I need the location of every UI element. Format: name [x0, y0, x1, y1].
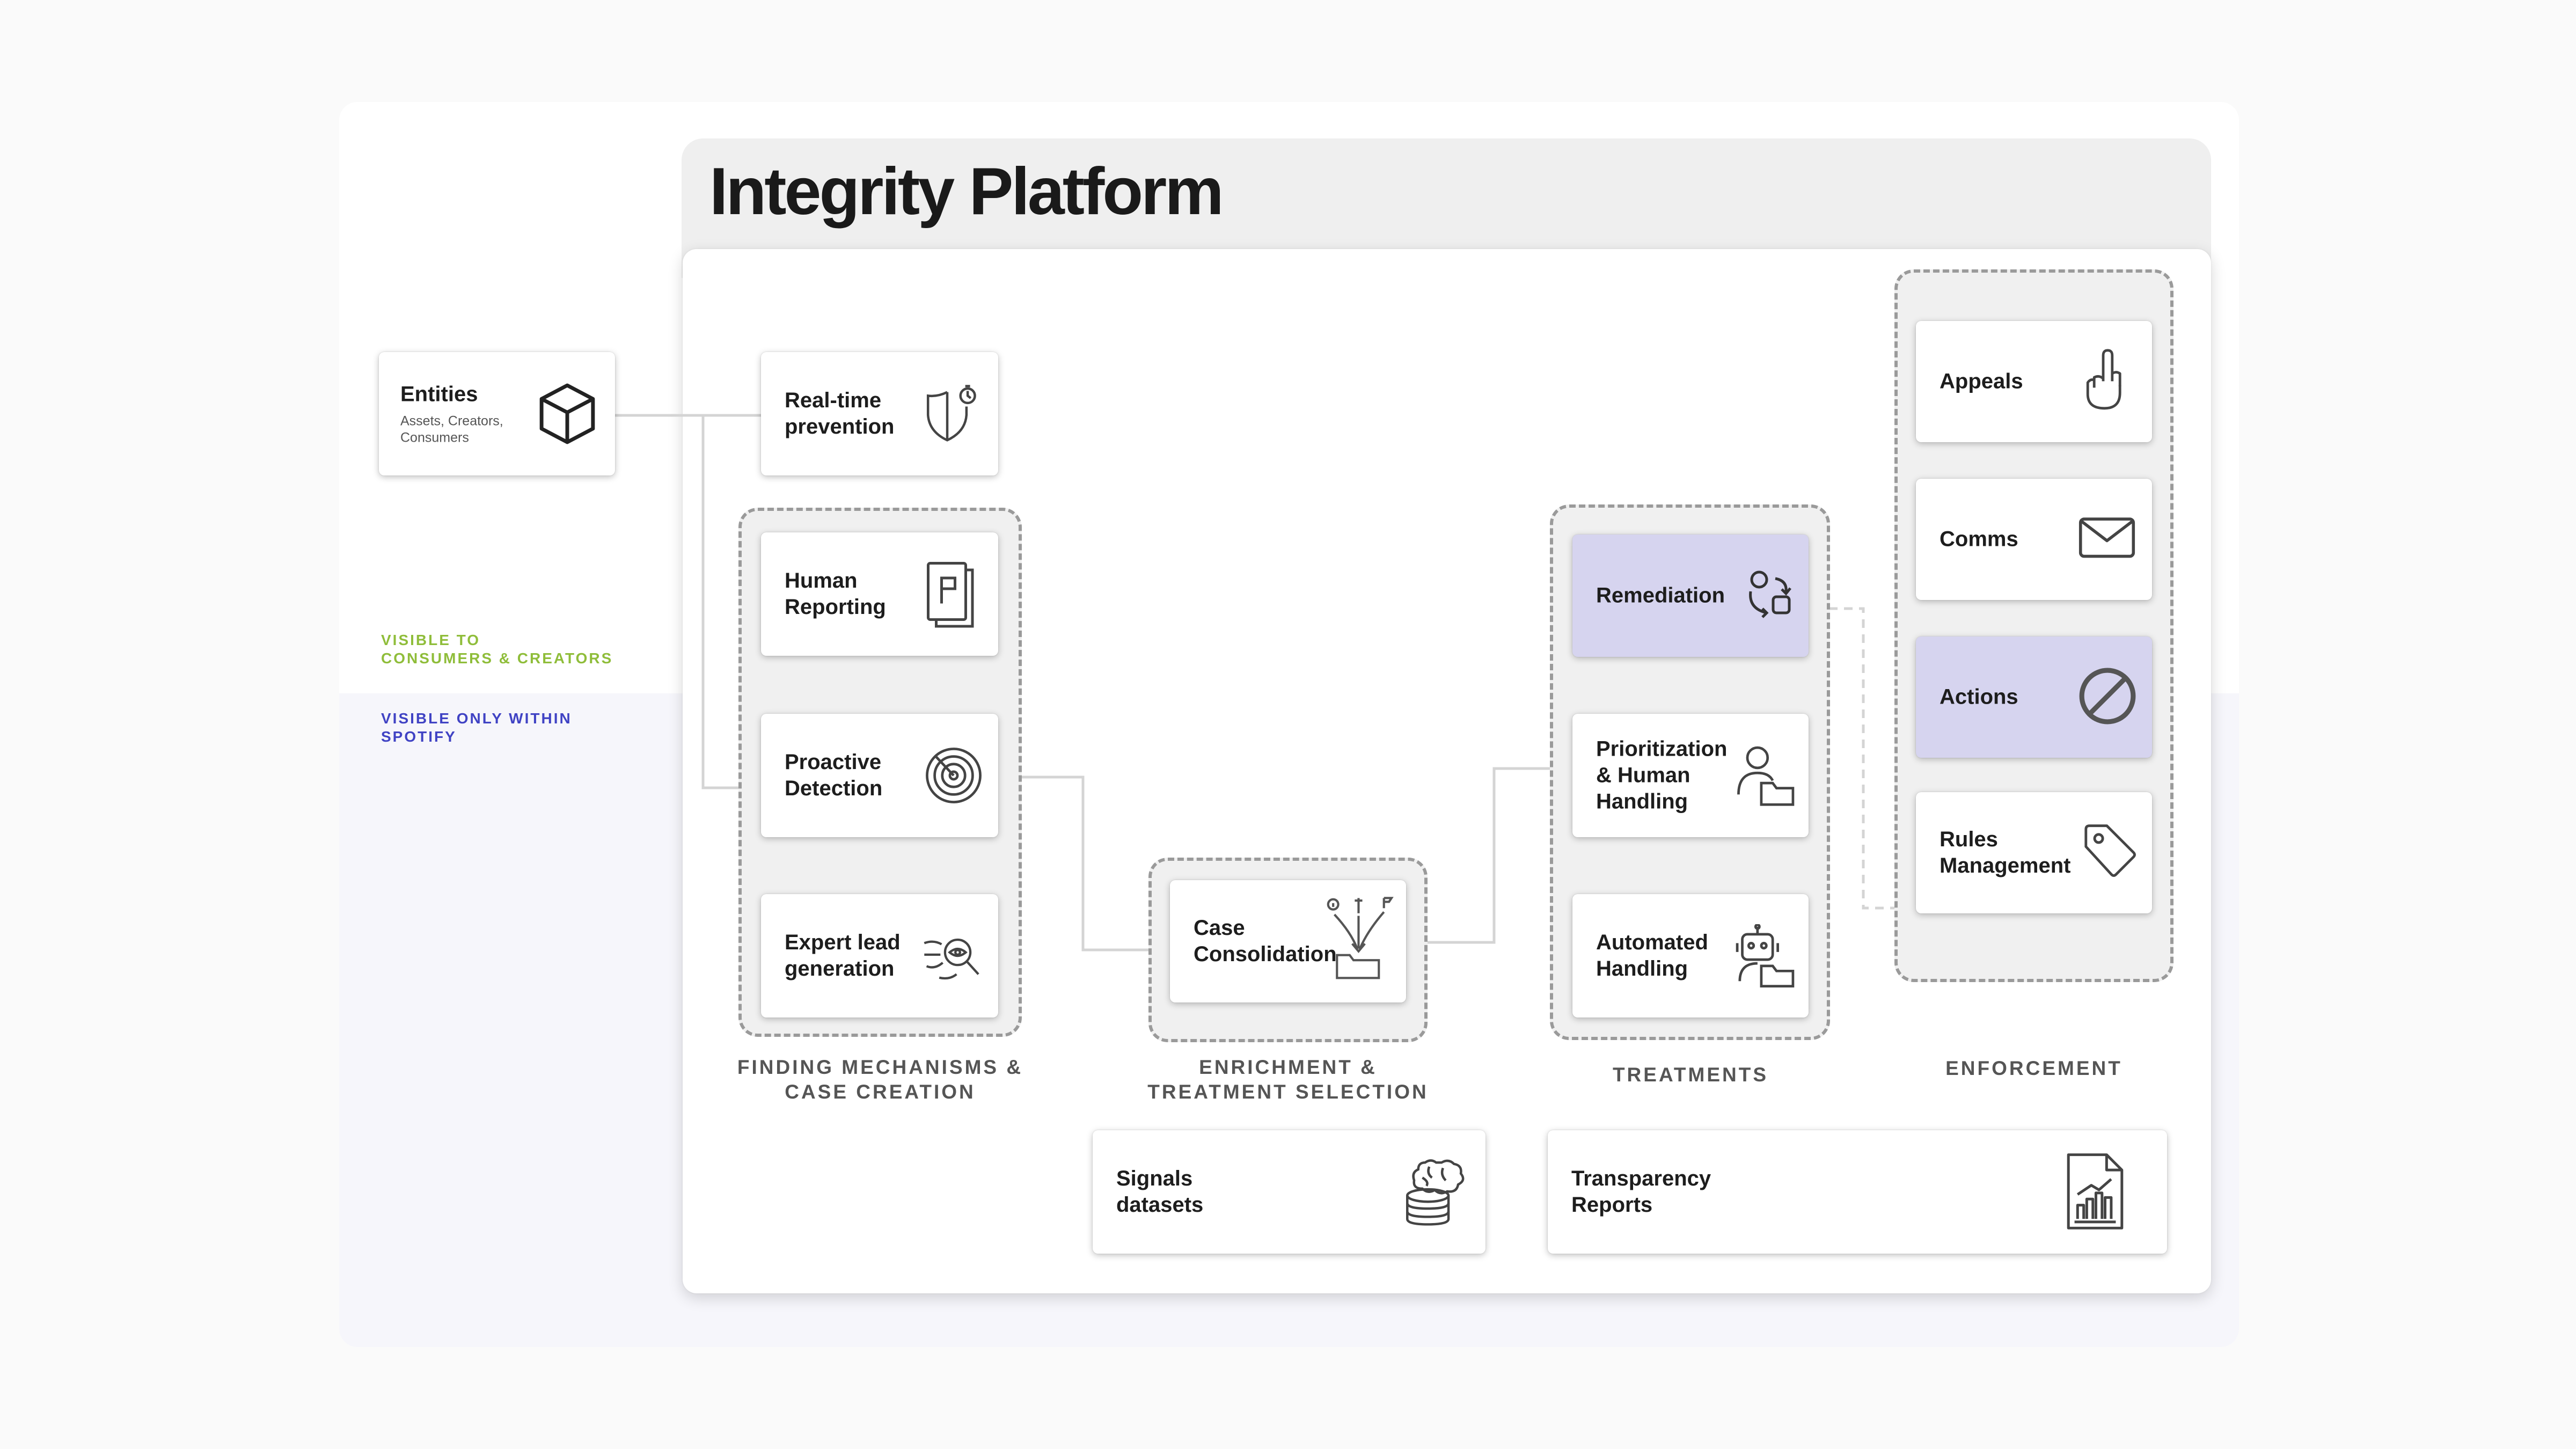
magnifier-eye-icon [924, 938, 979, 980]
remediation-label: Remediation [1596, 583, 1725, 608]
treatments-caption: TREATMENTS [1612, 1064, 1769, 1086]
proactive-detection-card[interactable]: Proactive Detection [761, 714, 998, 837]
realtime-prevention-card[interactable]: Real-time prevention [761, 352, 998, 475]
realtime-prevention-label: Real-time prevention [785, 389, 895, 438]
report-flag-icon [927, 562, 974, 628]
connector-treatments-enforcement [1829, 607, 1898, 910]
expert-lead-generation-card[interactable]: Expert lead generation [761, 894, 998, 1018]
comms-card[interactable]: Comms [1916, 479, 2152, 600]
robot-folder-icon [1736, 924, 1795, 987]
transparency-reports-label: Transparency Reports [1571, 1167, 1711, 1217]
brain-database-icon [1406, 1159, 1465, 1226]
comms-label: Comms [1940, 527, 2018, 551]
person-cycle-icon [1749, 570, 1791, 618]
automated-handling-card[interactable]: Automated Handling [1572, 894, 1809, 1018]
proactive-detection-label: Proactive Detection [785, 750, 883, 800]
case-consolidation-label: Case Consolidation [1194, 916, 1337, 966]
signals-datasets-card[interactable]: Signals datasets [1093, 1130, 1485, 1254]
prioritization-card[interactable]: Prioritization & Human Handling [1572, 714, 1809, 837]
shield-timer-icon [926, 385, 976, 442]
transparency-reports-card[interactable]: Transparency Reports [1548, 1130, 2167, 1254]
envelope-icon [2079, 517, 2135, 558]
person-folder-icon [1737, 746, 1795, 806]
report-chart-icon [2067, 1153, 2124, 1230]
human-reporting-label: Human Reporting [785, 569, 886, 619]
enforcement-caption: ENFORCEMENT [1945, 1057, 2123, 1079]
human-reporting-card[interactable]: Human Reporting [761, 532, 998, 656]
rules-management-label: Rules Management [1940, 828, 2071, 877]
enrichment-caption: ENRICHMENT & TREATMENT SELECTION [1147, 1056, 1429, 1103]
cube-icon [539, 383, 595, 444]
raised-hand-icon [2086, 349, 2121, 410]
finding-caption: FINDING MECHANISMS & CASE CREATION [737, 1056, 1023, 1103]
connector-enrichment-treatments [1424, 767, 1554, 944]
folder-merge-icon [1327, 897, 1394, 979]
automated-handling-label: Automated Handling [1596, 931, 1708, 980]
remediation-card[interactable]: Remediation [1572, 535, 1809, 657]
actions-card[interactable]: Actions [1916, 636, 2152, 758]
prohibited-icon [2079, 668, 2136, 724]
rules-management-card[interactable]: Rules Management [1916, 792, 2152, 913]
entities-label: Entities [400, 382, 478, 406]
entities-card[interactable]: Entities Assets, Creators, Consumers [379, 352, 615, 475]
radar-icon [926, 748, 982, 803]
appeals-card[interactable]: Appeals [1916, 321, 2152, 442]
connector-entities-finding [701, 415, 740, 789]
expert-lead-generation-label: Expert lead generation [785, 931, 901, 980]
connector-finding-enrichment [1022, 775, 1148, 952]
tag-icon [2084, 824, 2136, 877]
signals-datasets-label: Signals datasets [1116, 1167, 1204, 1217]
prioritization-label: Prioritization & Human Handling [1596, 737, 1728, 814]
case-consolidation-card[interactable]: Case Consolidation [1170, 880, 1406, 1002]
actions-label: Actions [1940, 685, 2018, 709]
entities-sublabel: Assets, Creators, Consumers [400, 413, 503, 445]
appeals-label: Appeals [1940, 369, 2023, 393]
